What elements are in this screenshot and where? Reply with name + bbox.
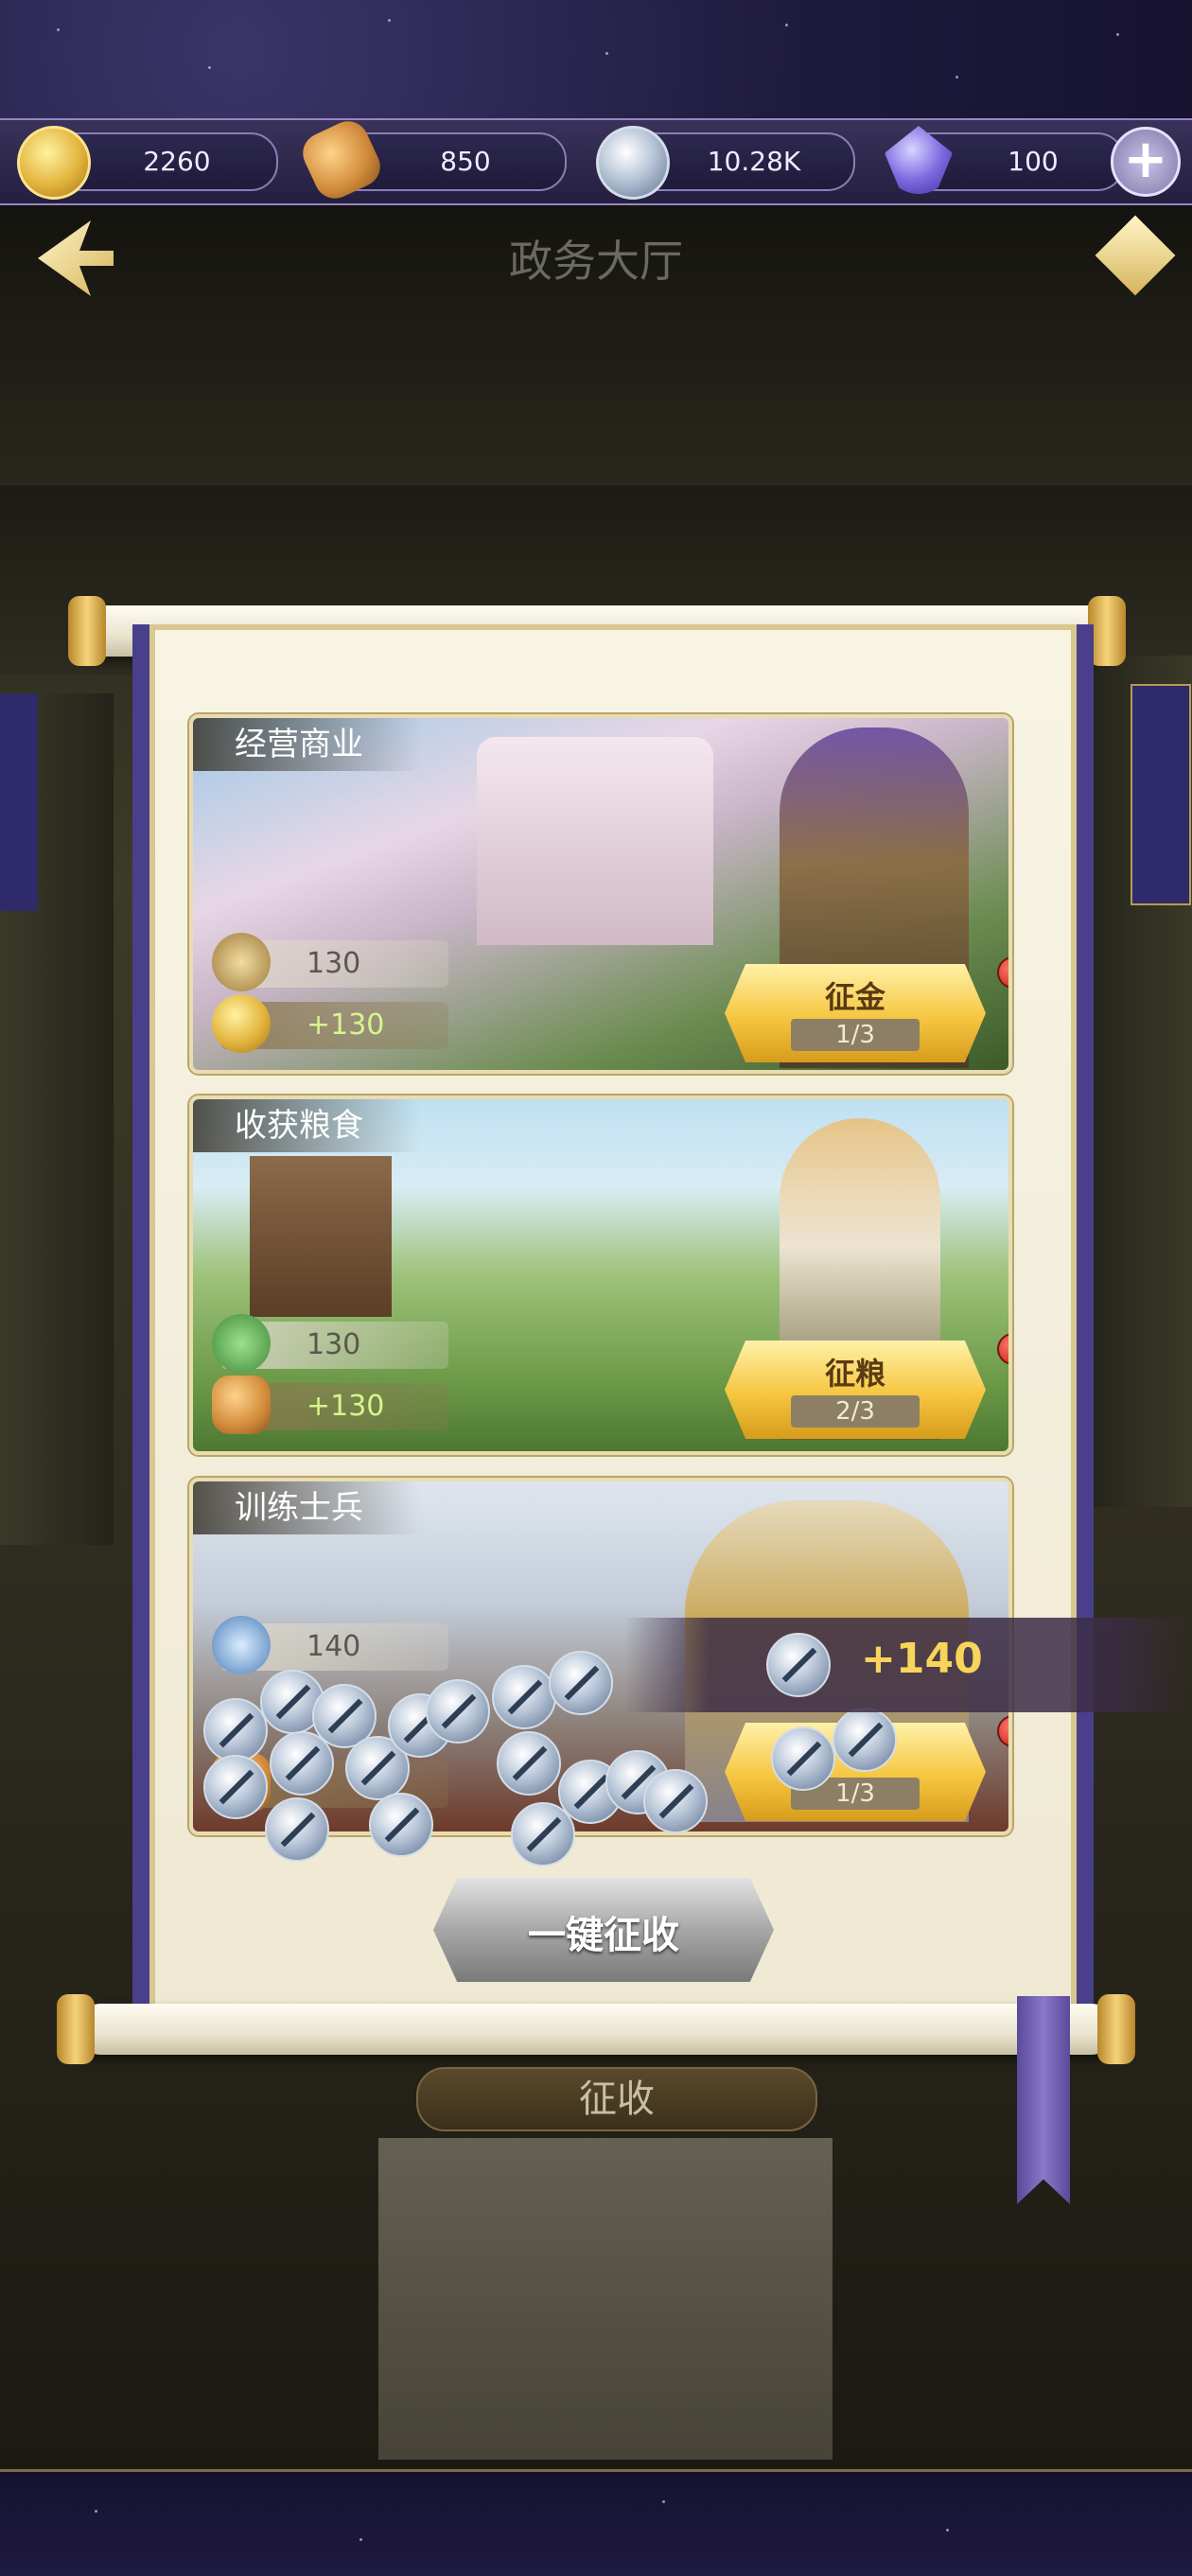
sword-icon	[833, 1708, 897, 1772]
stat-value: 140	[307, 1630, 361, 1663]
sword-icon	[511, 1802, 575, 1866]
reward-amount: +140	[861, 1635, 983, 1683]
scroll-knob-br	[1097, 1994, 1135, 2064]
sword-icon	[766, 1633, 831, 1697]
add-gem-button[interactable]: +	[1111, 127, 1181, 197]
banner-left	[0, 693, 38, 911]
sword-icon	[771, 1726, 835, 1791]
page-title: 政务大厅	[509, 236, 683, 287]
bottom-decoration	[0, 2469, 1192, 2576]
card-title: 收获粮食	[193, 1099, 420, 1152]
stat-row: 130	[212, 933, 448, 991]
collect-count: 1/3	[791, 1019, 920, 1051]
card-title: 训练士兵	[193, 1481, 420, 1534]
collect-gold-button[interactable]: 征金 1/3	[725, 964, 986, 1062]
one-key-collect-button[interactable]: 一键征收	[433, 1878, 774, 1982]
heart-icon	[212, 1616, 271, 1674]
notification-dot	[997, 1333, 1008, 1365]
collect-food-button[interactable]: 征粮 2/3	[725, 1341, 986, 1439]
sword-icon	[426, 1679, 490, 1744]
stat-row: 130	[212, 1314, 448, 1373]
scroll-knob-bl	[57, 1994, 95, 2064]
sword-icon	[596, 126, 670, 200]
tools-icon	[212, 1314, 271, 1373]
help-button[interactable]	[1088, 208, 1183, 312]
gold-value: 2260	[143, 146, 211, 177]
soldier-value: 10.28K	[707, 146, 801, 177]
gold-coin-icon	[212, 994, 271, 1053]
sword-icon	[492, 1665, 556, 1729]
palace-image	[477, 737, 713, 945]
diamond-ornament-icon	[1095, 215, 1176, 296]
sword-icon	[270, 1731, 334, 1796]
bread-value: 850	[440, 146, 491, 177]
one-key-collect-label: 一键征收	[528, 1914, 679, 1957]
stat-value: 130	[307, 1328, 361, 1361]
map-paper	[378, 2138, 833, 2460]
gain-value: +130	[307, 1390, 385, 1423]
sword-icon	[549, 1651, 613, 1715]
gain-row: +130	[212, 1376, 448, 1434]
button-label: 征粮	[824, 1356, 885, 1392]
back-button[interactable]	[28, 203, 132, 307]
collect-count: 2/3	[791, 1395, 920, 1428]
notification-dot	[997, 1715, 1008, 1747]
scroll-knob-tr	[1088, 596, 1126, 666]
sword-icon	[643, 1769, 708, 1833]
card-commerce: 经营商业 130 +130 征金 1/3	[189, 714, 1012, 1074]
bookmark-ribbon	[1017, 1996, 1070, 2204]
card-harvest: 收获粮食 130 +130 征粮 2/3	[189, 1095, 1012, 1455]
stat-row: 140	[212, 1616, 448, 1674]
card-title: 经营商业	[193, 718, 420, 771]
sword-icon	[203, 1755, 268, 1819]
scale-icon	[212, 933, 271, 991]
scroll-knob-tl	[68, 596, 106, 666]
sword-icon	[369, 1793, 433, 1857]
reward-popup: +140	[624, 1618, 1192, 1712]
sword-icon	[265, 1797, 329, 1862]
top-decoration	[0, 0, 1192, 123]
windmill-image	[250, 1156, 392, 1317]
back-arrow-icon	[38, 220, 114, 296]
sword-icon	[203, 1698, 268, 1762]
gem-value: 100	[1008, 146, 1059, 177]
gain-value: +130	[307, 1008, 385, 1042]
gold-coin-icon	[17, 126, 91, 200]
banner	[1131, 684, 1191, 905]
scroll-bottom-rod	[76, 2004, 1116, 2055]
bread-icon	[212, 1376, 271, 1434]
sword-icon	[497, 1731, 561, 1796]
collect-tab[interactable]: 征收	[416, 2067, 817, 2131]
gain-row: +130	[212, 994, 448, 1053]
button-label: 征金	[824, 979, 885, 1015]
notification-dot	[997, 956, 1008, 989]
stat-value: 130	[307, 947, 361, 980]
